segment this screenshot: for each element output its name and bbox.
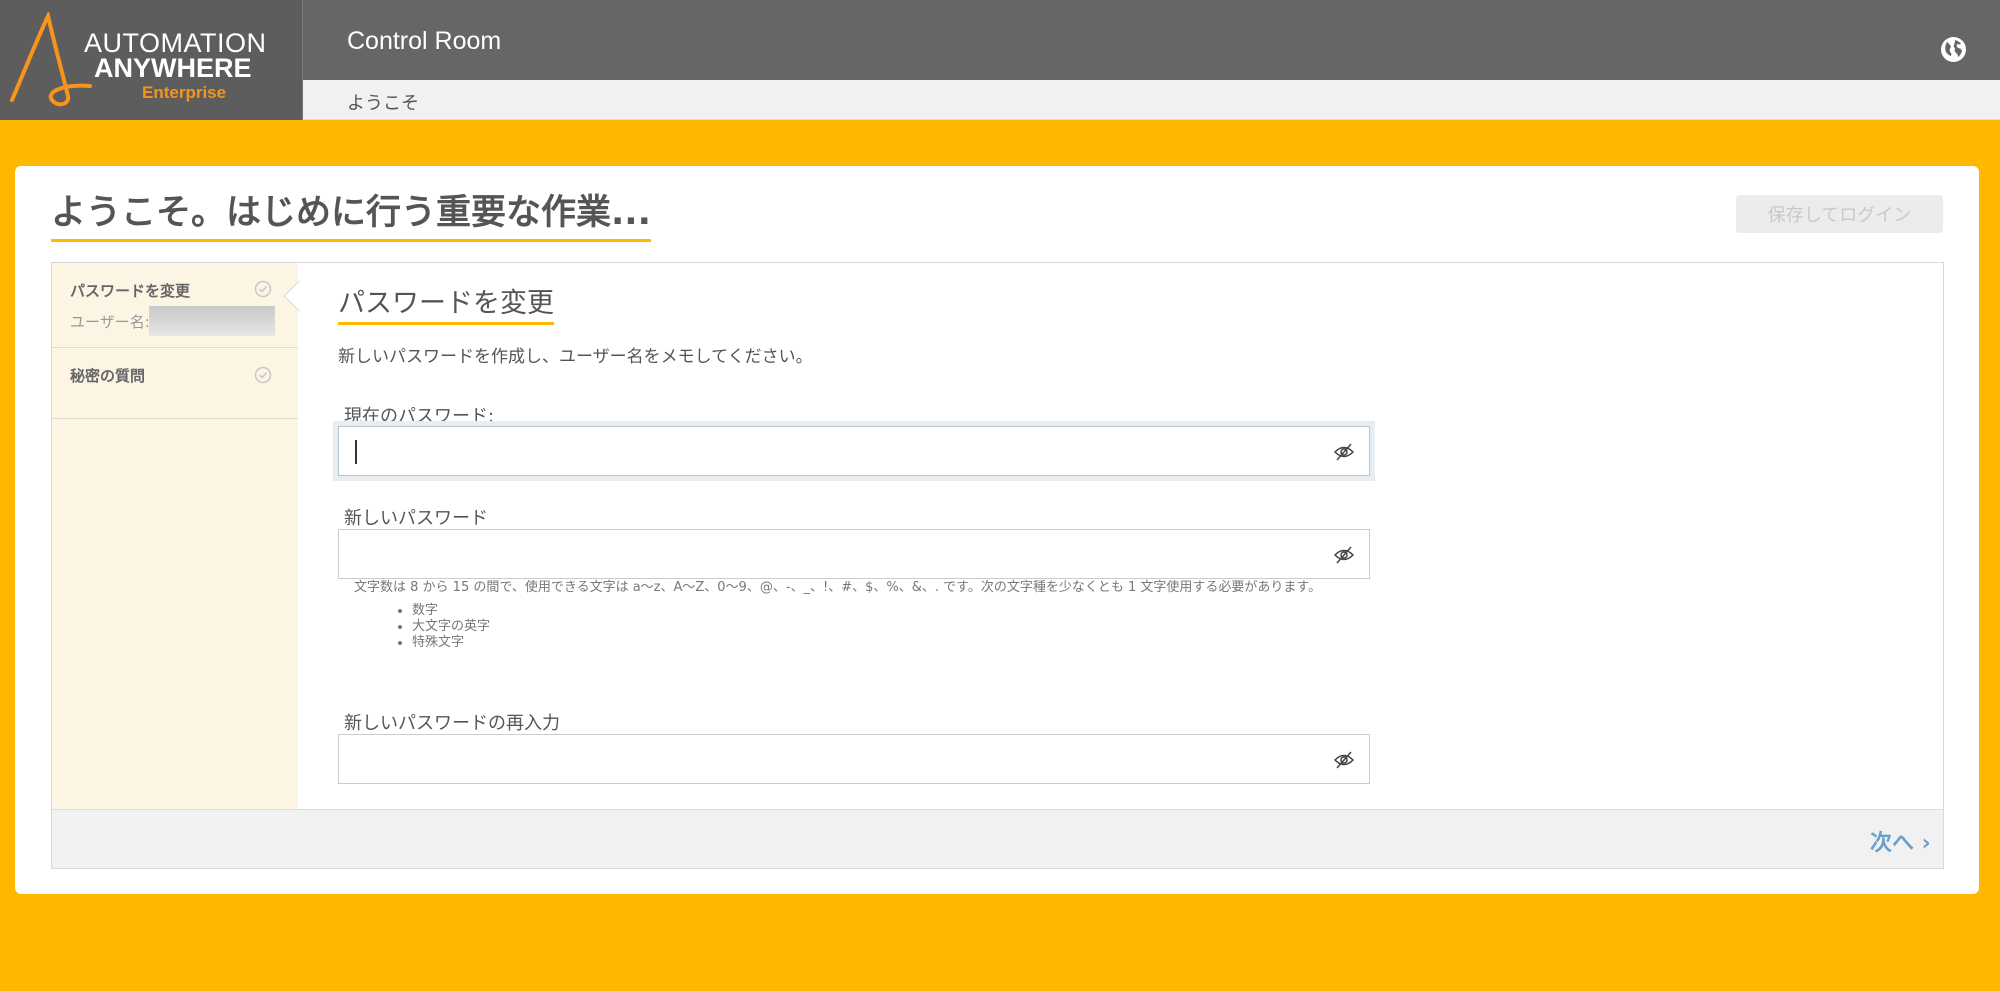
section-title: パスワードを変更: [338, 281, 554, 325]
sidebar-item-security-questions[interactable]: 秘密の質問: [52, 348, 298, 419]
password-rules: 文字数は 8 から 15 の間で、使用できる文字は a〜z、A〜Z、0〜9、@、…: [354, 580, 1374, 651]
save-and-login-button[interactable]: 保存してログイン: [1736, 195, 1943, 233]
current-password-input[interactable]: [351, 435, 1301, 467]
breadcrumb: ようこそ: [347, 93, 419, 114]
confirm-password-input[interactable]: [351, 743, 1301, 775]
confirm-password-field[interactable]: [338, 734, 1370, 784]
next-button[interactable]: 次へ ›: [1870, 825, 1931, 857]
sidebar-item-change-password[interactable]: パスワードを変更 ユーザー名:: [52, 263, 298, 348]
new-password-field[interactable]: [338, 529, 1370, 579]
page-title: ようこそ。はじめに行う重要な作業...: [51, 184, 651, 242]
sidebar-item-label: 秘密の質問: [70, 367, 146, 385]
current-password-field[interactable]: [338, 426, 1370, 476]
confirm-password-label: 新しいパスワードの再入力: [344, 713, 560, 734]
change-password-form: パスワードを変更 新しいパスワードを作成し、ユーザー名をメモしてください。 現在…: [298, 263, 1943, 809]
logo-line-2: ANYWHERE: [94, 53, 252, 83]
new-password-label: 新しいパスワード: [344, 508, 488, 529]
wizard-sidebar: パスワードを変更 ユーザー名: 秘密の質問: [52, 263, 298, 809]
rule-item: 特殊文字: [412, 635, 1374, 651]
wizard-footer: 次へ ›: [52, 809, 1943, 868]
current-password-label: 現在のパスワード:: [344, 406, 495, 427]
welcome-card: ようこそ。はじめに行う重要な作業... 保存してログイン パスワードを変更 ユー…: [15, 166, 1979, 894]
new-password-input[interactable]: [351, 538, 1301, 570]
section-description: 新しいパスワードを作成し、ユーザー名をメモしてください。: [338, 347, 813, 367]
logo-line-3: Enterprise: [142, 83, 227, 102]
wizard-panel: パスワードを変更 ユーザー名: 秘密の質問 パスワードを変更 新しいパスワードを…: [51, 262, 1944, 869]
app-title: Control Room: [347, 27, 502, 55]
eye-slash-icon[interactable]: [1333, 750, 1355, 770]
eye-slash-icon[interactable]: [1333, 545, 1355, 565]
check-circle-icon: [254, 280, 272, 298]
logo: AUTOMATION ANYWHERE Enterprise: [0, 0, 303, 120]
text-caret: [355, 440, 357, 464]
rule-item: 数字: [412, 603, 1374, 619]
check-circle-icon: [254, 366, 272, 384]
rule-item: 大文字の英字: [412, 619, 1374, 635]
globe-icon[interactable]: [1940, 36, 1967, 63]
logo-swoosh-icon: [10, 12, 92, 107]
username-label: ユーザー名:: [70, 313, 150, 331]
password-rules-text: 文字数は 8 から 15 の間で、使用できる文字は a〜z、A〜Z、0〜9、@、…: [354, 580, 1322, 595]
sidebar-item-label: パスワードを変更: [70, 282, 191, 300]
breadcrumb-bar: ようこそ: [303, 80, 2000, 120]
username-redacted: [149, 306, 275, 336]
eye-slash-icon[interactable]: [1333, 442, 1355, 462]
password-rules-list: 数字 大文字の英字 特殊文字: [412, 603, 1374, 651]
